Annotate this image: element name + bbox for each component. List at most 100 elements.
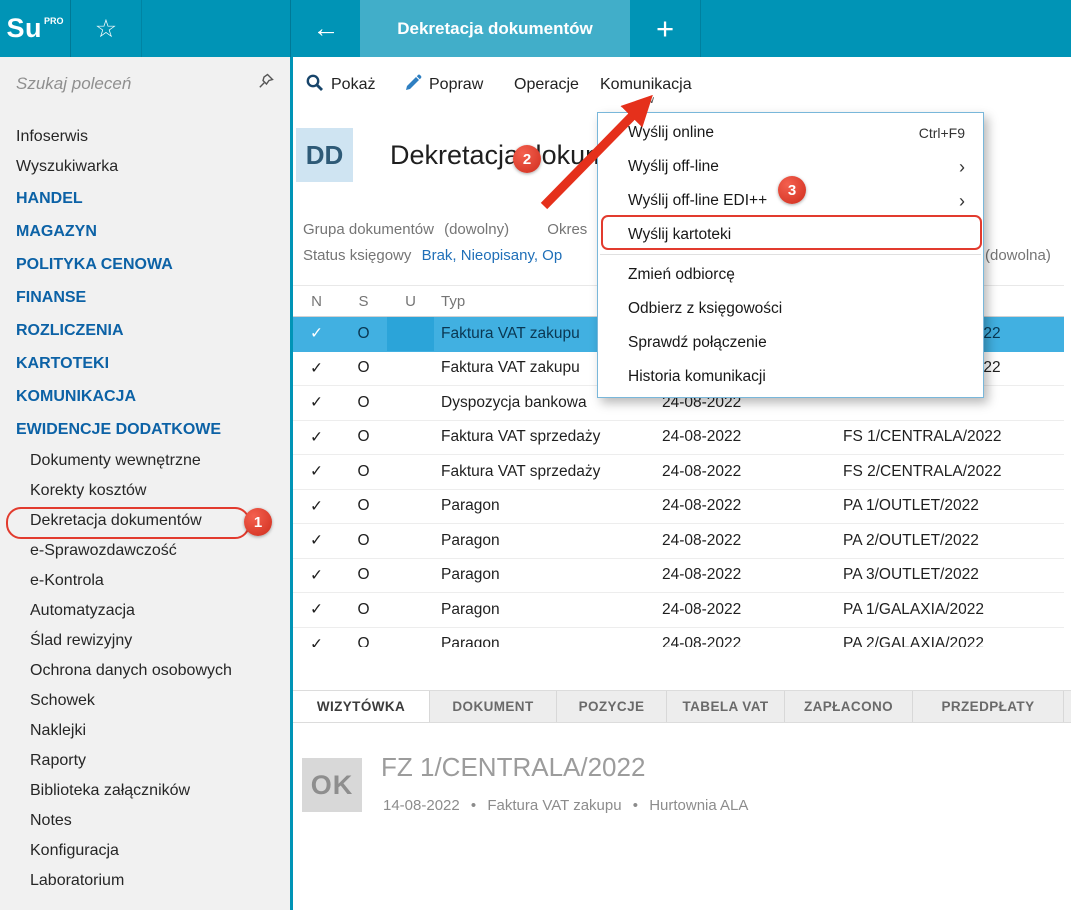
menu-item-label: Wyślij online	[628, 124, 714, 142]
sidebar-item-komunikacja[interactable]: KOMUNIKACJA	[0, 380, 290, 413]
row-date: 24-08-2022	[660, 593, 840, 627]
sidebar-item-infoserwis[interactable]: Infoserwis	[0, 122, 290, 152]
sidebar-item-notes[interactable]: Notes	[0, 806, 290, 836]
sidebar-item-e-sprawozdawczosc[interactable]: e-Sprawozdawczość	[0, 536, 290, 566]
row-status: O	[340, 490, 387, 524]
app-logo[interactable]: Su PRO	[0, 0, 70, 57]
communication-menu-button[interactable]: Komunikacja	[600, 70, 692, 100]
menu-item-label: Historia komunikacji	[628, 368, 766, 386]
row-date: 24-08-2022	[660, 455, 840, 489]
row-u	[387, 386, 434, 420]
sidebar-item-wyszukiwarka[interactable]: Wyszukiwarka	[0, 152, 290, 182]
sidebar-item-schowek[interactable]: Schowek	[0, 686, 290, 716]
pin-icon[interactable]	[258, 73, 274, 94]
sidebar-item-polityka-cenowa[interactable]: POLITYKA CENOWA	[0, 248, 290, 281]
menu-item-wyslij-online[interactable]: Wyślij online Ctrl+F9	[598, 116, 983, 150]
edit-button[interactable]: Popraw	[404, 70, 483, 100]
sidebar-item-e-kontrola[interactable]: e-Kontrola	[0, 566, 290, 596]
sidebar-item-magazyn[interactable]: MAGAZYN	[0, 215, 290, 248]
sidebar-item-handel[interactable]: HANDEL	[0, 182, 290, 215]
menu-item-label: Wyślij off-line EDI++	[628, 192, 767, 210]
sidebar-item-slad-rewizyjny[interactable]: Ślad rewizyjny	[0, 626, 290, 656]
document-contractor: Hurtownia ALA	[649, 797, 748, 814]
menu-item-label: Sprawdź połączenie	[628, 334, 767, 352]
table-row[interactable]: ✓ O Faktura VAT sprzedaży 24-08-2022 FS …	[293, 455, 1064, 490]
sidebar-item-finanse[interactable]: FINANSE	[0, 281, 290, 314]
sidebar-item-naklejki[interactable]: Naklejki	[0, 716, 290, 746]
sidebar: Szukaj poleceń Infoserwis Wyszukiwarka H…	[0, 57, 290, 910]
detail-tabs: WIZYTÓWKA DOKUMENT POZYCJE TABELA VAT ZA…	[293, 690, 1071, 723]
row-check-icon: ✓	[293, 317, 340, 351]
bullet-icon: •	[633, 797, 638, 814]
favorites-button[interactable]: ☆	[70, 0, 142, 57]
row-u	[387, 524, 434, 558]
tab-dokument[interactable]: DOKUMENT	[430, 691, 557, 722]
communication-label: Komunikacja	[600, 76, 692, 94]
sidebar-item-dokumenty-wewnetrzne[interactable]: Dokumenty wewnętrzne	[0, 446, 290, 476]
table-row[interactable]: ✓ O Paragon 24-08-2022 PA 3/OUTLET/2022	[293, 559, 1064, 594]
tab-dekretacja-dokumentow[interactable]: Dekretacja dokumentów	[360, 0, 630, 57]
col-header-u[interactable]: U	[387, 286, 434, 316]
table-row[interactable]: ✓ O Paragon 24-08-2022 PA 1/GALAXIA/2022	[293, 593, 1064, 628]
filter-period-label[interactable]: Okres	[547, 221, 587, 238]
sidebar-item-korekty-kosztow[interactable]: Korekty kosztów	[0, 476, 290, 506]
status-badge: OK	[302, 758, 362, 812]
row-u	[387, 593, 434, 627]
show-button[interactable]: Pokaż	[305, 70, 375, 100]
operations-menu-button[interactable]: Operacje	[514, 70, 579, 100]
row-number: PA 2/OUTLET/2022	[840, 524, 1064, 558]
tab-zaplacono[interactable]: ZAPŁACONO	[785, 691, 913, 722]
table-row[interactable]: ✓ O Paragon 24-08-2022 PA 1/OUTLET/2022	[293, 490, 1064, 525]
sidebar-item-laboratorium[interactable]: Laboratorium	[0, 866, 290, 896]
new-tab-button[interactable]: +	[630, 0, 701, 57]
col-header-s[interactable]: S	[340, 286, 387, 316]
sidebar-item-ochrona-danych[interactable]: Ochrona danych osobowych	[0, 656, 290, 686]
menu-item-zmien-odbiorce[interactable]: Zmień odbiorcę	[598, 258, 983, 292]
tab-wizytowka[interactable]: WIZYTÓWKA	[293, 691, 430, 722]
row-u	[387, 559, 434, 593]
menu-item-wyslij-offline[interactable]: Wyślij off-line ›	[598, 150, 983, 184]
bullet-icon: •	[471, 797, 476, 814]
sidebar-item-kartoteki[interactable]: KARTOTEKI	[0, 347, 290, 380]
tab-przedplaty[interactable]: PRZEDPŁATY	[913, 691, 1064, 722]
filter-group[interactable]: Grupa dokumentów (dowolny) Okres	[303, 221, 587, 238]
sidebar-item-konfiguracja[interactable]: Konfiguracja	[0, 836, 290, 866]
table-row[interactable]: ✓ O Paragon 24-08-2022 PA 2/OUTLET/2022	[293, 524, 1064, 559]
row-check-icon: ✓	[293, 559, 340, 593]
menu-item-sprawdz-polaczenie[interactable]: Sprawdź połączenie	[598, 326, 983, 360]
row-u	[387, 490, 434, 524]
back-arrow-icon: ←	[313, 13, 340, 44]
command-search[interactable]: Szukaj poleceń	[0, 57, 290, 110]
table-row[interactable]: ✓ O Paragon 24-08-2022 PA 2/GALAXIA/2022	[293, 628, 1064, 648]
filter-status-value[interactable]: Brak, Nieopisany, Op	[422, 247, 563, 264]
tab-tabela-vat[interactable]: TABELA VAT	[667, 691, 785, 722]
menu-item-wyslij-kartoteki[interactable]: Wyślij kartoteki	[598, 218, 983, 252]
submenu-arrow-icon: ›	[959, 158, 965, 176]
sidebar-item-raporty[interactable]: Raporty	[0, 746, 290, 776]
table-row[interactable]: ✓ O Faktura VAT sprzedaży 24-08-2022 FS …	[293, 421, 1064, 456]
col-header-n[interactable]: N	[293, 286, 340, 316]
back-button[interactable]: ←	[290, 0, 361, 57]
row-type: Paragon	[434, 593, 660, 627]
tab-pozycje[interactable]: POZYCJE	[557, 691, 667, 722]
menu-item-odbierz-z-ksiegowosci[interactable]: Odbierz z księgowości	[598, 292, 983, 326]
row-status: O	[340, 386, 387, 420]
sidebar-item-dekretacja-dokumentow[interactable]: Dekretacja dokumentów	[0, 506, 290, 536]
filter-status[interactable]: Status księgowy Brak, Nieopisany, Op	[303, 247, 562, 264]
row-date: 24-08-2022	[660, 524, 840, 558]
filter-group-value[interactable]: (dowolny)	[444, 221, 509, 238]
sidebar-item-rozliczenia[interactable]: ROZLICZENIA	[0, 314, 290, 347]
sidebar-item-biblioteka-zalacznikow[interactable]: Biblioteka załączników	[0, 776, 290, 806]
sidebar-item-automatyzacja[interactable]: Automatyzacja	[0, 596, 290, 626]
row-status: O	[340, 559, 387, 593]
tab-label: Dekretacja dokumentów	[397, 19, 593, 39]
document-number: FZ 1/CENTRALA/2022	[381, 752, 645, 783]
menu-item-historia-komunikacji[interactable]: Historia komunikacji	[598, 360, 983, 394]
row-u	[387, 421, 434, 455]
sidebar-item-ewidencje-dodatkowe[interactable]: EWIDENCJE DODATKOWE	[0, 413, 290, 446]
row-u	[387, 455, 434, 489]
filter-right-value[interactable]: (dowolna)	[985, 247, 1051, 264]
menu-item-wyslij-offline-edi[interactable]: Wyślij off-line EDI++ ›	[598, 184, 983, 218]
row-date: 24-08-2022	[660, 559, 840, 593]
row-check-icon: ✓	[293, 421, 340, 455]
